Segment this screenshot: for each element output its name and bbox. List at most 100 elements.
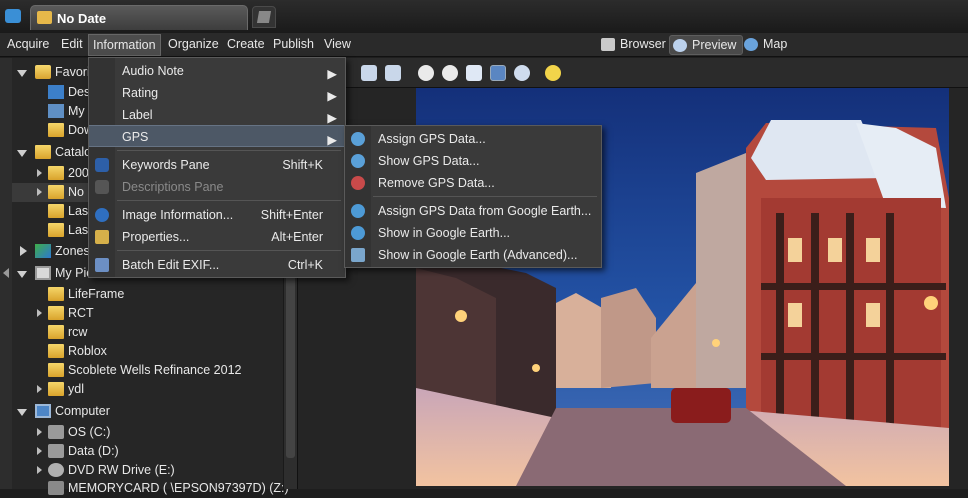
- menu-item-label[interactable]: Label ▶: [89, 104, 345, 126]
- menu-item-properties[interactable]: Properties... Alt+Enter: [89, 226, 345, 248]
- folder-icon: [48, 166, 64, 180]
- menu-item-remove-gps[interactable]: Remove GPS Data...: [345, 172, 601, 194]
- folder-icon: [48, 287, 64, 301]
- menu-item-batch-edit-exif[interactable]: Batch Edit EXIF... Ctrl+K: [89, 254, 345, 276]
- expand-pictures-icon[interactable]: [17, 271, 27, 278]
- title-bar: No Date: [0, 0, 968, 33]
- menu-separator: [117, 150, 341, 151]
- tab-title: No Date: [57, 11, 107, 26]
- collapse-arrow-icon[interactable]: [3, 268, 9, 278]
- folder-icon: [48, 382, 64, 396]
- actual-size-icon[interactable]: [466, 65, 482, 81]
- expand-arrow-icon[interactable]: [37, 385, 42, 393]
- preview-toolbar: [298, 58, 968, 88]
- menu-separator: [117, 250, 341, 251]
- folder-icon: [48, 363, 64, 377]
- submenu-arrow-icon: ▶: [327, 89, 337, 103]
- edit-icon: [256, 11, 272, 23]
- gps-submenu: Assign GPS Data... Show GPS Data... Remo…: [344, 125, 602, 268]
- submenu-arrow-icon: ▶: [327, 133, 337, 147]
- expand-arrow-icon[interactable]: [37, 428, 42, 436]
- google-earth-add-icon: [351, 204, 365, 218]
- expand-favorites-icon[interactable]: [17, 70, 27, 77]
- map-button[interactable]: Map: [741, 35, 787, 55]
- zones-icon: [35, 244, 51, 258]
- menu-item-descriptions-pane: Descriptions Pane: [89, 176, 345, 198]
- browser-button[interactable]: Browser: [598, 35, 666, 55]
- expand-arrow-icon[interactable]: [37, 309, 42, 317]
- drive-icon: [48, 425, 64, 439]
- zoom-out-icon[interactable]: [442, 65, 458, 81]
- magnifier-icon: [673, 39, 687, 52]
- keywords-icon: [95, 158, 109, 172]
- expand-computer-icon[interactable]: [17, 409, 27, 416]
- catalog-icon: [35, 145, 51, 159]
- info-icon: [95, 208, 109, 222]
- menu-publish[interactable]: Publish: [273, 37, 314, 51]
- app-icon[interactable]: [5, 9, 21, 23]
- google-earth-icon: [351, 226, 365, 240]
- expand-arrow-icon[interactable]: [37, 188, 42, 196]
- submenu-arrow-icon: ▶: [327, 67, 337, 81]
- menu-item-gps[interactable]: GPS ▶: [89, 125, 345, 147]
- preview-button[interactable]: Preview: [669, 35, 744, 55]
- menu-item-image-information[interactable]: Image Information... Shift+Enter: [89, 204, 345, 226]
- menu-create[interactable]: Create: [227, 37, 265, 51]
- menu-separator: [373, 196, 597, 197]
- pictures-icon: [35, 266, 51, 280]
- zoom-in-icon[interactable]: [418, 65, 434, 81]
- folder-icon: [48, 185, 64, 199]
- gps-show-icon: [351, 154, 365, 168]
- fit-width-icon[interactable]: [361, 65, 377, 81]
- drive-icon: [48, 444, 64, 458]
- dvd-drive-icon: [48, 463, 64, 477]
- browser-icon: [601, 38, 615, 51]
- new-tab-button[interactable]: [252, 6, 276, 28]
- fit-screen-icon[interactable]: [490, 65, 506, 81]
- menu-separator: [117, 200, 341, 201]
- descriptions-icon: [95, 180, 109, 194]
- menu-bar: Acquire Edit Information Organize Create…: [0, 33, 968, 57]
- menu-item-assign-gps[interactable]: Assign GPS Data...: [345, 128, 601, 150]
- brightness-icon[interactable]: [545, 65, 561, 81]
- gps-add-icon: [351, 132, 365, 146]
- batch-edit-icon: [95, 258, 109, 272]
- desktop-icon: [48, 85, 64, 99]
- menu-item-rating[interactable]: Rating ▶: [89, 82, 345, 104]
- information-menu: Audio Note ▶ Rating ▶ Label ▶ GPS ▶ Keywords…: [88, 57, 346, 278]
- computer-icon: [35, 404, 51, 418]
- menu-item-audio-note[interactable]: Audio Note ▶: [89, 60, 345, 82]
- memory-card-icon: [48, 481, 64, 495]
- expand-arrow-icon[interactable]: [37, 169, 42, 177]
- downloads-icon: [48, 123, 64, 137]
- menu-item-keywords-pane[interactable]: Keywords Pane Shift+K: [89, 154, 345, 176]
- expand-catalog-icon[interactable]: [17, 150, 27, 157]
- expand-zones-icon[interactable]: [20, 246, 27, 256]
- folder-icon: [48, 306, 64, 320]
- folder-icon: [48, 344, 64, 358]
- fit-height-icon[interactable]: [385, 65, 401, 81]
- google-earth-advanced-icon: [351, 248, 365, 262]
- tab-no-date[interactable]: No Date: [30, 5, 248, 30]
- menu-view[interactable]: View: [324, 37, 351, 51]
- folder-icon: [48, 223, 64, 237]
- expand-arrow-icon[interactable]: [37, 447, 42, 455]
- menu-information[interactable]: Information: [88, 34, 161, 56]
- folder-icon: [48, 204, 64, 218]
- menu-item-assign-gps-google-earth[interactable]: Assign GPS Data from Google Earth...: [345, 200, 601, 222]
- menu-item-show-google-earth[interactable]: Show in Google Earth...: [345, 222, 601, 244]
- menu-organize[interactable]: Organize: [168, 37, 219, 51]
- menu-edit[interactable]: Edit: [61, 37, 83, 51]
- submenu-arrow-icon: ▶: [327, 111, 337, 125]
- globe-icon: [744, 38, 758, 51]
- menu-item-show-google-earth-advanced[interactable]: Show in Google Earth (Advanced)...: [345, 244, 601, 266]
- expand-arrow-icon[interactable]: [37, 466, 42, 474]
- star-folder-icon: [35, 65, 51, 79]
- menu-acquire[interactable]: Acquire: [7, 37, 49, 51]
- gps-remove-icon: [351, 176, 365, 190]
- folder-icon: [48, 325, 64, 339]
- properties-icon: [95, 230, 109, 244]
- folder-icon: [37, 11, 52, 24]
- zoom-icon[interactable]: [514, 65, 530, 81]
- menu-item-show-gps[interactable]: Show GPS Data...: [345, 150, 601, 172]
